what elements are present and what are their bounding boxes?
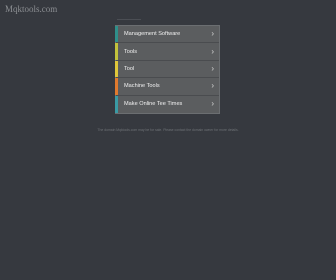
chevron-right-icon: › xyxy=(211,29,214,39)
menu-item-label: Make Online Tee Times xyxy=(124,101,183,108)
menu-item-tools[interactable]: Tools › xyxy=(115,43,219,61)
menu-item-tool[interactable]: Tool › xyxy=(115,60,219,79)
menu-item-label: Tool xyxy=(124,65,135,72)
menu-item-label: Management Software xyxy=(124,31,181,38)
menu-item-label: Machine Tools xyxy=(124,83,160,90)
site-title[interactable]: Mqktools.com xyxy=(5,4,57,14)
divider xyxy=(117,19,141,20)
sale-notice: The domain Mqktools.com may be for sale.… xyxy=(97,128,239,132)
accent-bar xyxy=(115,95,118,113)
menu-item-machine-tools[interactable]: Machine Tools › xyxy=(115,78,219,96)
menu-item-make-online-tee-times[interactable]: Make Online Tee Times › xyxy=(115,95,219,113)
accent-bar xyxy=(115,43,118,60)
chevron-right-icon: › xyxy=(211,46,214,56)
chevron-right-icon: › xyxy=(211,63,214,73)
related-links-menu: Management Software › Tools › Tool › Mac… xyxy=(115,25,220,114)
chevron-right-icon: › xyxy=(211,99,214,109)
accent-bar xyxy=(115,78,118,95)
accent-bar xyxy=(115,60,118,78)
accent-bar xyxy=(115,26,118,43)
menu-item-management-software[interactable]: Management Software › xyxy=(115,26,219,44)
menu-item-label: Tools xyxy=(124,48,138,55)
chevron-right-icon: › xyxy=(211,81,214,91)
